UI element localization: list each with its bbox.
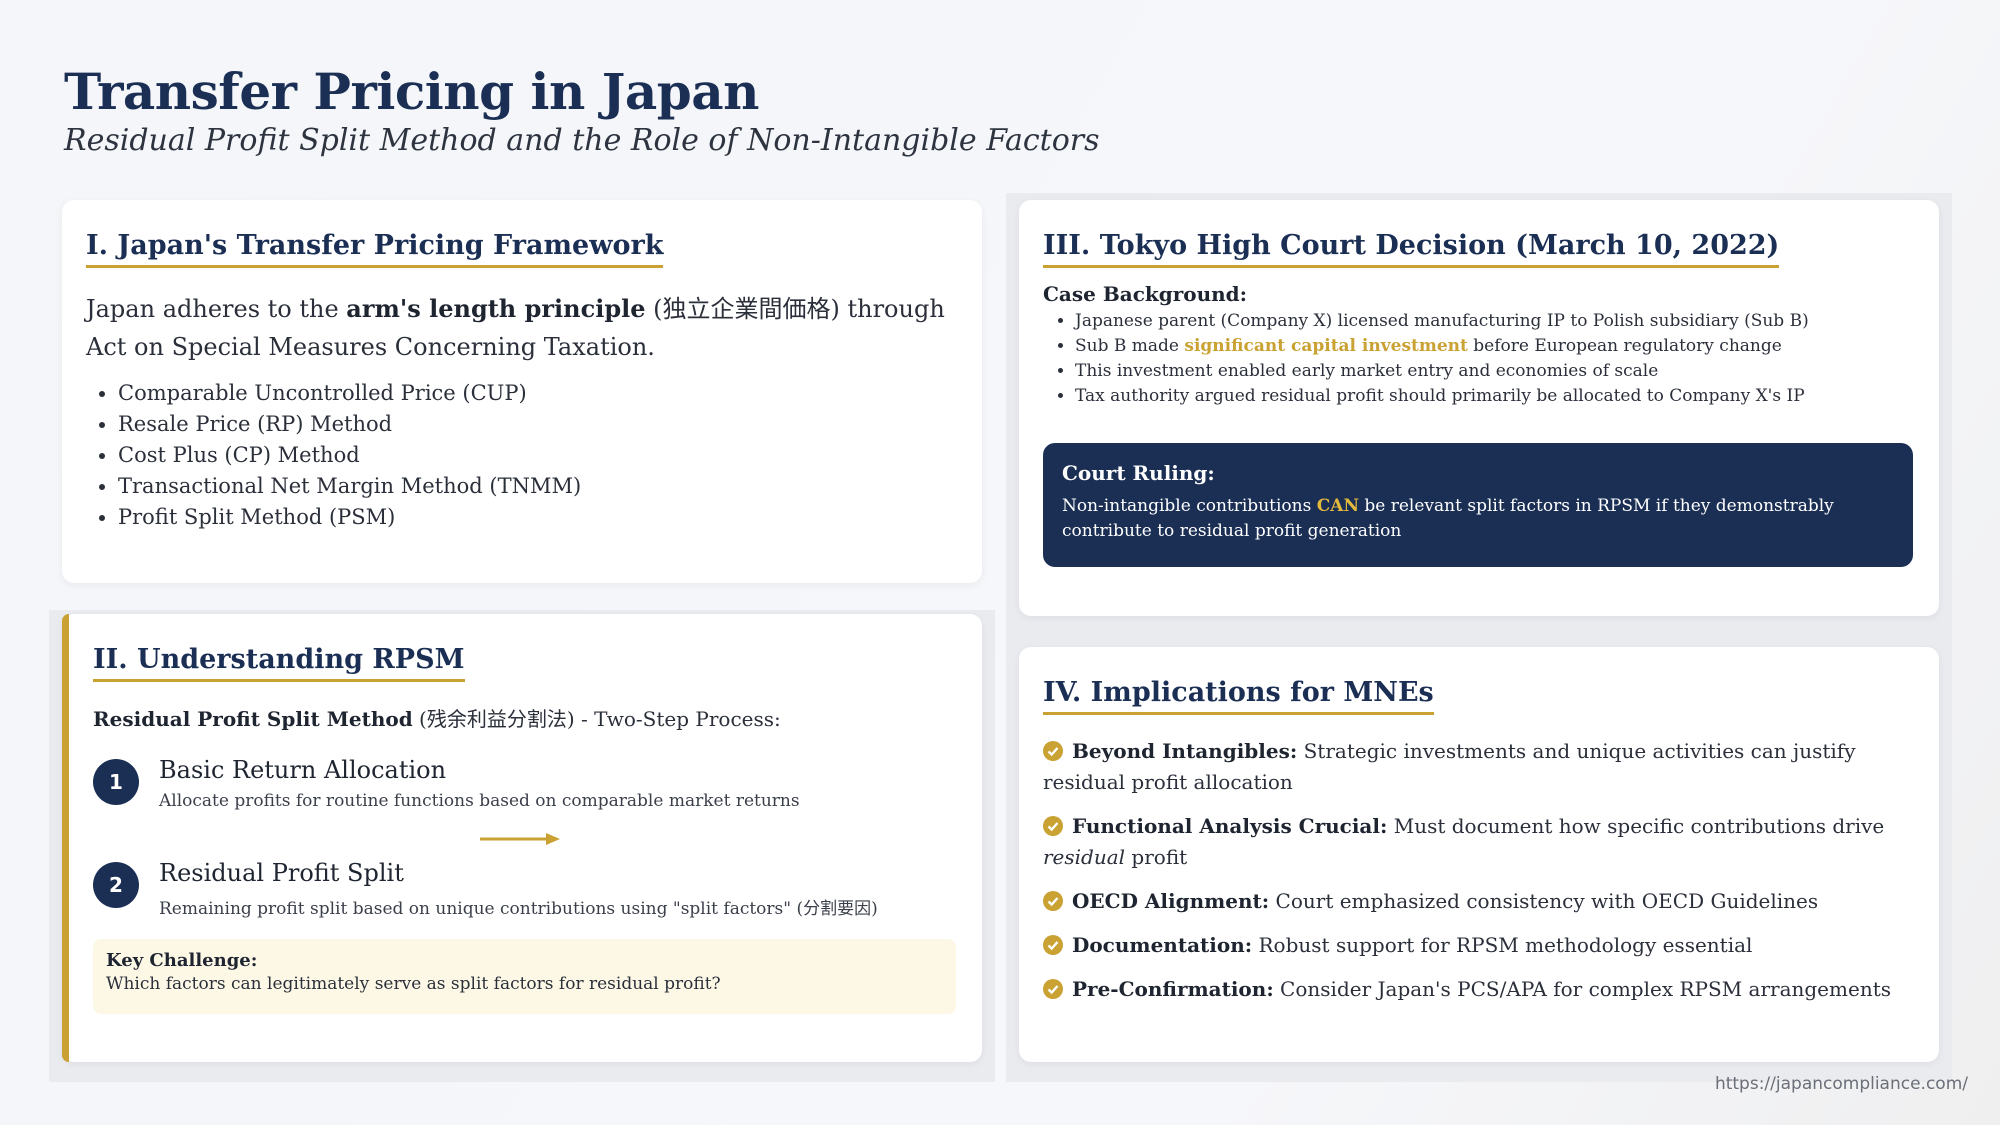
check-circle-icon [1043, 741, 1063, 761]
intro-bold: arm's length principle [346, 294, 646, 323]
ruling-text: Non-intangible contributions CAN be rele… [1062, 494, 1894, 544]
list-item: Cost Plus (CP) Method [118, 440, 581, 471]
check-circle-icon [1043, 891, 1063, 911]
step-number-1: 1 [93, 759, 139, 805]
background-list: Japanese parent (Company X) licensed man… [1075, 309, 1809, 409]
key-challenge-box: Key Challenge: Which factors can legitim… [93, 939, 956, 1014]
bg-highlight: significant capital investment [1184, 336, 1468, 356]
bg-text: Sub B made [1075, 336, 1185, 356]
page-title: Transfer Pricing in Japan [64, 62, 759, 121]
intro-text-1: Japan adheres to the [86, 295, 347, 323]
court-ruling-box: Court Ruling: Non-intangible contributio… [1043, 443, 1913, 567]
court-title: III. Tokyo High Court Decision (March 10… [1043, 230, 1780, 268]
list-item: Resale Price (RP) Method [118, 409, 581, 440]
list-item: This investment enabled early market ent… [1075, 359, 1809, 384]
check-circle-icon [1043, 935, 1063, 955]
implication-bold: OECD Alignment: [1072, 889, 1270, 913]
implication-text: Court emphasized consistency with OECD G… [1269, 889, 1819, 913]
implication-text: profit [1125, 845, 1188, 869]
background-title: Case Background: [1043, 282, 1248, 306]
check-circle-icon [1043, 816, 1063, 836]
implication-item: Functional Analysis Crucial: Must docume… [1043, 811, 1913, 873]
rpsm-subtitle-rest: (残余利益分割法) - Two-Step Process: [412, 707, 781, 731]
arrow-right-icon [480, 833, 560, 845]
implication-item: Pre-Confirmation: Consider Japan's PCS/A… [1043, 974, 1913, 1005]
implication-bold: Documentation: [1072, 933, 1253, 957]
implications-title: IV. Implications for MNEs [1043, 677, 1434, 715]
check-circle-icon [1043, 979, 1063, 999]
step-desc-2: Remaining profit split based on unique c… [159, 899, 878, 919]
footer-url: https://japancompliance.com/ [1714, 1074, 1968, 1094]
ruling-title: Court Ruling: [1062, 461, 1215, 485]
list-item: Comparable Uncontrolled Price (CUP) [118, 378, 581, 409]
list-item: Profit Split Method (PSM) [118, 502, 581, 533]
implication-text: Must document how specific contributions… [1387, 814, 1885, 838]
implication-bold: Beyond Intangibles: [1072, 739, 1298, 763]
challenge-title: Key Challenge: [106, 950, 258, 971]
implications-card: IV. Implications for MNEs Beyond Intangi… [1019, 647, 1939, 1062]
rpsm-subtitle-bold: Residual Profit Split Method [93, 707, 413, 731]
list-item: Transactional Net Margin Method (TNMM) [118, 471, 581, 502]
step-title-1: Basic Return Allocation [159, 756, 447, 784]
accent-bar [62, 614, 69, 1062]
implication-item: Beyond Intangibles: Strategic investment… [1043, 736, 1913, 798]
ruling-text-1: Non-intangible contributions [1062, 496, 1317, 516]
implication-bold: Pre-Confirmation: [1072, 977, 1274, 1001]
step-title-2: Residual Profit Split [159, 859, 404, 887]
page-subtitle: Residual Profit Split Method and the Rol… [64, 123, 1100, 158]
rpsm-card: II. Understanding RPSM Residual Profit S… [62, 614, 982, 1062]
rpsm-subtitle: Residual Profit Split Method (残余利益分割法) -… [93, 703, 781, 732]
list-item: Tax authority argued residual profit sho… [1075, 384, 1809, 409]
implication-bold: Functional Analysis Crucial: [1072, 814, 1388, 838]
implication-italic: residual [1043, 845, 1126, 869]
framework-title: I. Japan's Transfer Pricing Framework [86, 230, 664, 268]
methods-list: Comparable Uncontrolled Price (CUP) Resa… [118, 378, 581, 533]
list-item: Sub B made significant capital investmen… [1075, 334, 1809, 359]
challenge-text: Which factors can legitimately serve as … [106, 974, 721, 994]
step-number-2: 2 [93, 862, 139, 908]
framework-intro: Japan adheres to the arm's length princi… [86, 290, 966, 366]
bg-text: before European regulatory change [1467, 336, 1782, 356]
implication-text: Consider Japan's PCS/APA for complex RPS… [1273, 977, 1891, 1001]
header: Transfer Pricing in Japan Residual Profi… [64, 62, 1100, 158]
step-desc-1: Allocate profits for routine functions b… [159, 791, 800, 811]
list-item: Japanese parent (Company X) licensed man… [1075, 309, 1809, 334]
rpsm-title: II. Understanding RPSM [93, 644, 465, 682]
court-decision-card: III. Tokyo High Court Decision (March 10… [1019, 200, 1939, 616]
implication-item: Documentation: Robust support for RPSM m… [1043, 930, 1913, 961]
ruling-highlight: CAN [1316, 496, 1359, 516]
framework-card: I. Japan's Transfer Pricing Framework Ja… [62, 200, 982, 583]
implication-item: OECD Alignment: Court emphasized consist… [1043, 886, 1913, 917]
implication-text: Robust support for RPSM methodology esse… [1252, 933, 1753, 957]
